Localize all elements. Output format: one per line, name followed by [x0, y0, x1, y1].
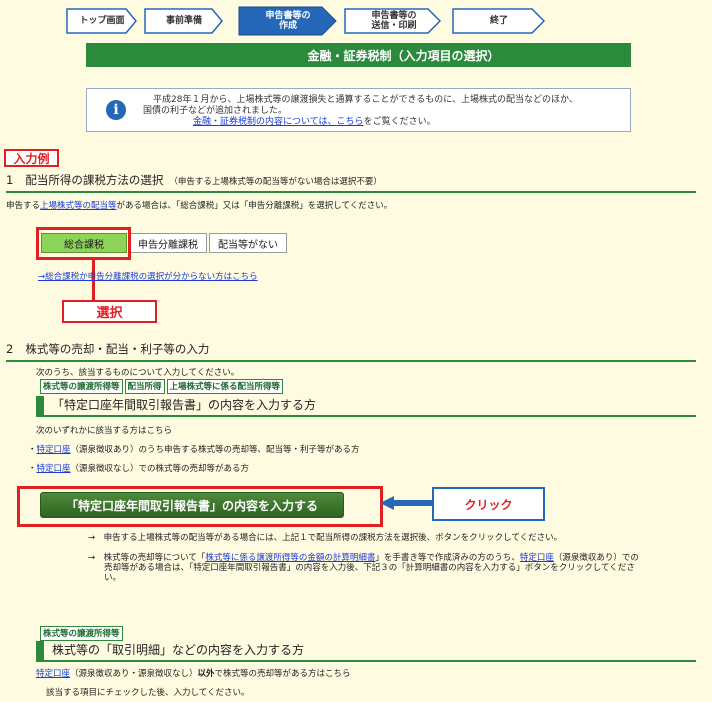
help-line: →総合課税か申告分離課税の選択が分からない方はこちら — [38, 270, 258, 282]
info-icon: i — [106, 100, 126, 120]
step-label: 申告書等の 送信・印刷 — [371, 11, 417, 31]
bullet2: ・特定口座（源泉徴収なし）での株式等の売却等がある方 — [28, 464, 250, 474]
note1: → 申告する上場株式等の配当等がある場合には、上記１で配当所得の課税方法を選択後… — [88, 533, 563, 543]
listed-dividends-link[interactable]: 上場株式等の配当等 — [40, 201, 117, 211]
bullet1: ・特定口座（源泉徴収あり）のうち申告する株式等の売却等、配当等・利子等がある方 — [28, 445, 360, 455]
section1-heading: 1 配当所得の課税方法の選択 （申告する上場株式等の配当等がない場合は選択不要） — [6, 172, 696, 193]
step-label: トップ画面 — [79, 16, 125, 26]
highlight-selected-box — [36, 227, 131, 260]
tax-info-link[interactable]: 金融・証券税制の内容については、こちら — [193, 117, 364, 127]
step-label: 申告書等の 作成 — [265, 11, 311, 31]
bullet2-text: （源泉徴収なし）での株式等の売却等がある方 — [70, 464, 250, 474]
info-line3: 金融・証券税制の内容については、こちらをご覧ください。 — [143, 117, 625, 128]
step-create: 申告書等の 作成 — [238, 6, 338, 36]
tag-dividends: 配当所得 — [124, 379, 165, 394]
sub2-heading: 株式等の「取引明細」などの内容を入力する方 — [36, 641, 696, 662]
info-line1: 平成28年１月から、上場株式等の譲渡損失と通算することができるものに、上場株式の… — [153, 95, 578, 105]
section2-num: 2 — [6, 342, 14, 356]
desc-prefix: 申告する — [6, 201, 41, 211]
tag-capital-gains: 株式等の譲渡所得等 — [40, 379, 123, 394]
section2-title: 株式等の売却・配当・利子等の入力 — [25, 342, 210, 356]
callout-arrow — [380, 496, 436, 510]
select-label: 選択 — [62, 300, 157, 323]
calculation-statement-link[interactable]: 株式等に係る譲渡所得等の金額の計算明細書 — [205, 553, 375, 563]
desc-suffix: がある場合は、「総合課税」又は「申告分離課税」を選択してください。 — [116, 201, 393, 211]
bullet1-text: （源泉徴収あり）のうち申告する株式等の売却等、配当等・利子等がある方 — [70, 445, 360, 455]
sub2-desc: 特定口座（源泉徴収あり・源泉徴収なし）以外で株式等の売却等がある方はこちら — [36, 669, 351, 679]
section2-intro: 次のうち、該当するものについて入力してください。 — [36, 368, 240, 378]
step-label: 終了 — [489, 16, 508, 26]
info-line2: 国債の利子などが追加されました。 — [143, 106, 288, 116]
section2-heading: 2 株式等の売却・配当・利子等の入力 — [6, 341, 696, 362]
section1-note: （申告する上場株式等の配当等がない場合は選択不要） — [169, 177, 382, 187]
tax-choice-help-link[interactable]: →総合課税か申告分離課税の選択が分からない方はこちら — [38, 272, 258, 282]
specific-account-link-1[interactable]: 特定口座 — [37, 445, 71, 455]
info-box: i 平成28年１月から、上場株式等の譲渡損失と通算することができるものに、上場株… — [86, 88, 631, 132]
specific-account-link-3[interactable]: 特定口座 — [520, 553, 554, 563]
step-prep: 事前準備 — [144, 6, 224, 36]
click-label: クリック — [432, 487, 545, 521]
tag-listed-dividends: 上場株式等に係る配当所得等 — [166, 379, 284, 394]
any-applies-line: 次のいずれかに該当する方はこちら — [36, 426, 173, 436]
separate-tax-button[interactable]: 申告分離課税 — [129, 233, 207, 253]
no-dividends-button[interactable]: 配当等がない — [209, 233, 287, 253]
section1-title: 配当所得の課税方法の選択 — [25, 173, 164, 187]
section1-num: 1 — [6, 173, 14, 187]
step-top: トップ画面 — [66, 6, 138, 36]
specific-account-link-4[interactable]: 特定口座 — [36, 669, 70, 679]
section1-desc: 申告する上場株式等の配当等がある場合は、「総合課税」又は「申告分離課税」を選択し… — [6, 199, 392, 211]
step-end: 終了 — [452, 6, 546, 36]
highlight-main-button — [17, 486, 383, 527]
progress-steps: トップ画面 事前準備 申告書等の 作成 申告書等の 送信・印刷 終了 — [66, 6, 546, 38]
page-title-bar: 金融・証券税制（入力項目の選択） — [86, 43, 631, 67]
step-label: 事前準備 — [165, 16, 202, 26]
tag-capital-gains-2: 株式等の譲渡所得等 — [40, 626, 123, 641]
note2: → 株式等の売却等について「株式等に係る譲渡所得等の金額の計算明細書」を手書き等… — [88, 553, 639, 583]
info-text: 平成28年１月から、上場株式等の譲渡損失と通算することができるものに、上場株式の… — [143, 95, 625, 128]
income-tags-2: 株式等の譲渡所得等 — [40, 626, 125, 641]
info-link-suffix: をご覧ください。 — [363, 117, 436, 127]
specific-account-link-2[interactable]: 特定口座 — [37, 464, 71, 474]
example-badge: 入力例 — [4, 149, 59, 167]
page-title: 金融・証券税制（入力項目の選択） — [307, 48, 500, 63]
sub2-check-note: 該当する項目にチェックした後、入力してください。 — [46, 688, 250, 698]
income-tags: 株式等の譲渡所得等 配当所得 上場株式等に係る配当所得等 — [40, 379, 285, 394]
step-send: 申告書等の 送信・印刷 — [344, 6, 444, 36]
sub1-heading: 「特定口座年間取引報告書」の内容を入力する方 — [36, 396, 696, 417]
